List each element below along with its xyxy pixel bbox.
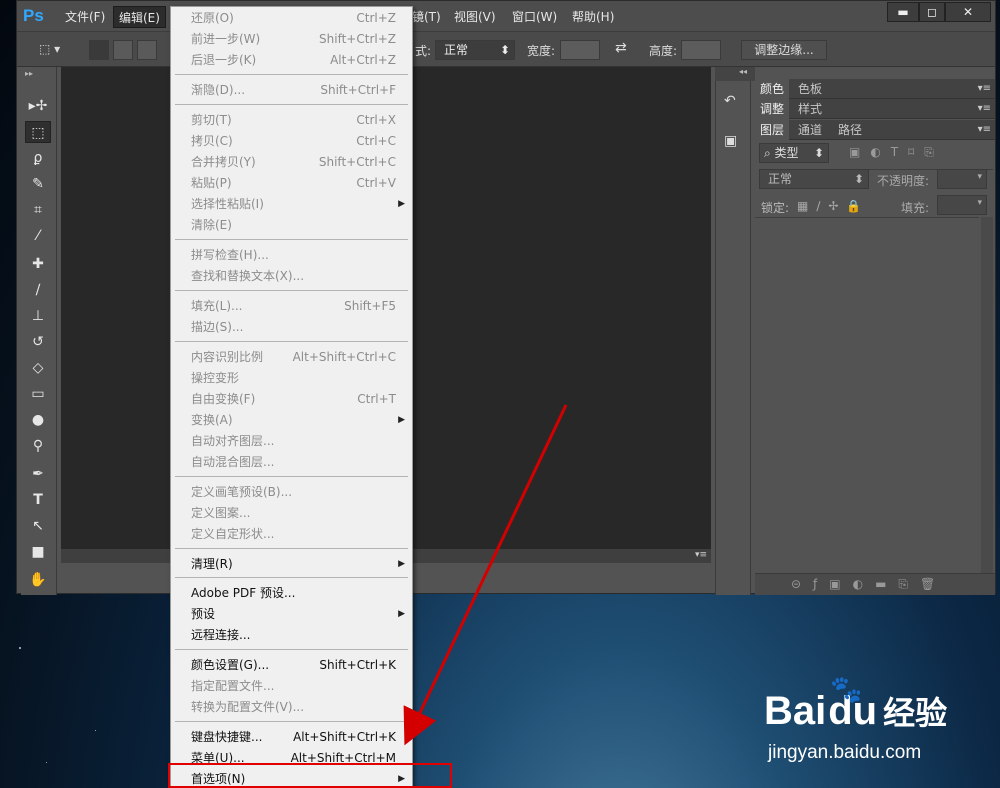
arrow-line <box>403 404 568 746</box>
paw-icon: 🐾 <box>830 674 863 704</box>
baidu-watermark: Bai 🐾 du 经验 jingyan.baidu.com <box>762 670 992 780</box>
watermark-jingyan: 经验 <box>883 695 948 731</box>
watermark-brand: Bai 🐾 du 经验 <box>764 674 948 734</box>
watermark-url: jingyan.baidu.com <box>768 742 922 763</box>
watermark-bai: Bai <box>764 689 827 733</box>
